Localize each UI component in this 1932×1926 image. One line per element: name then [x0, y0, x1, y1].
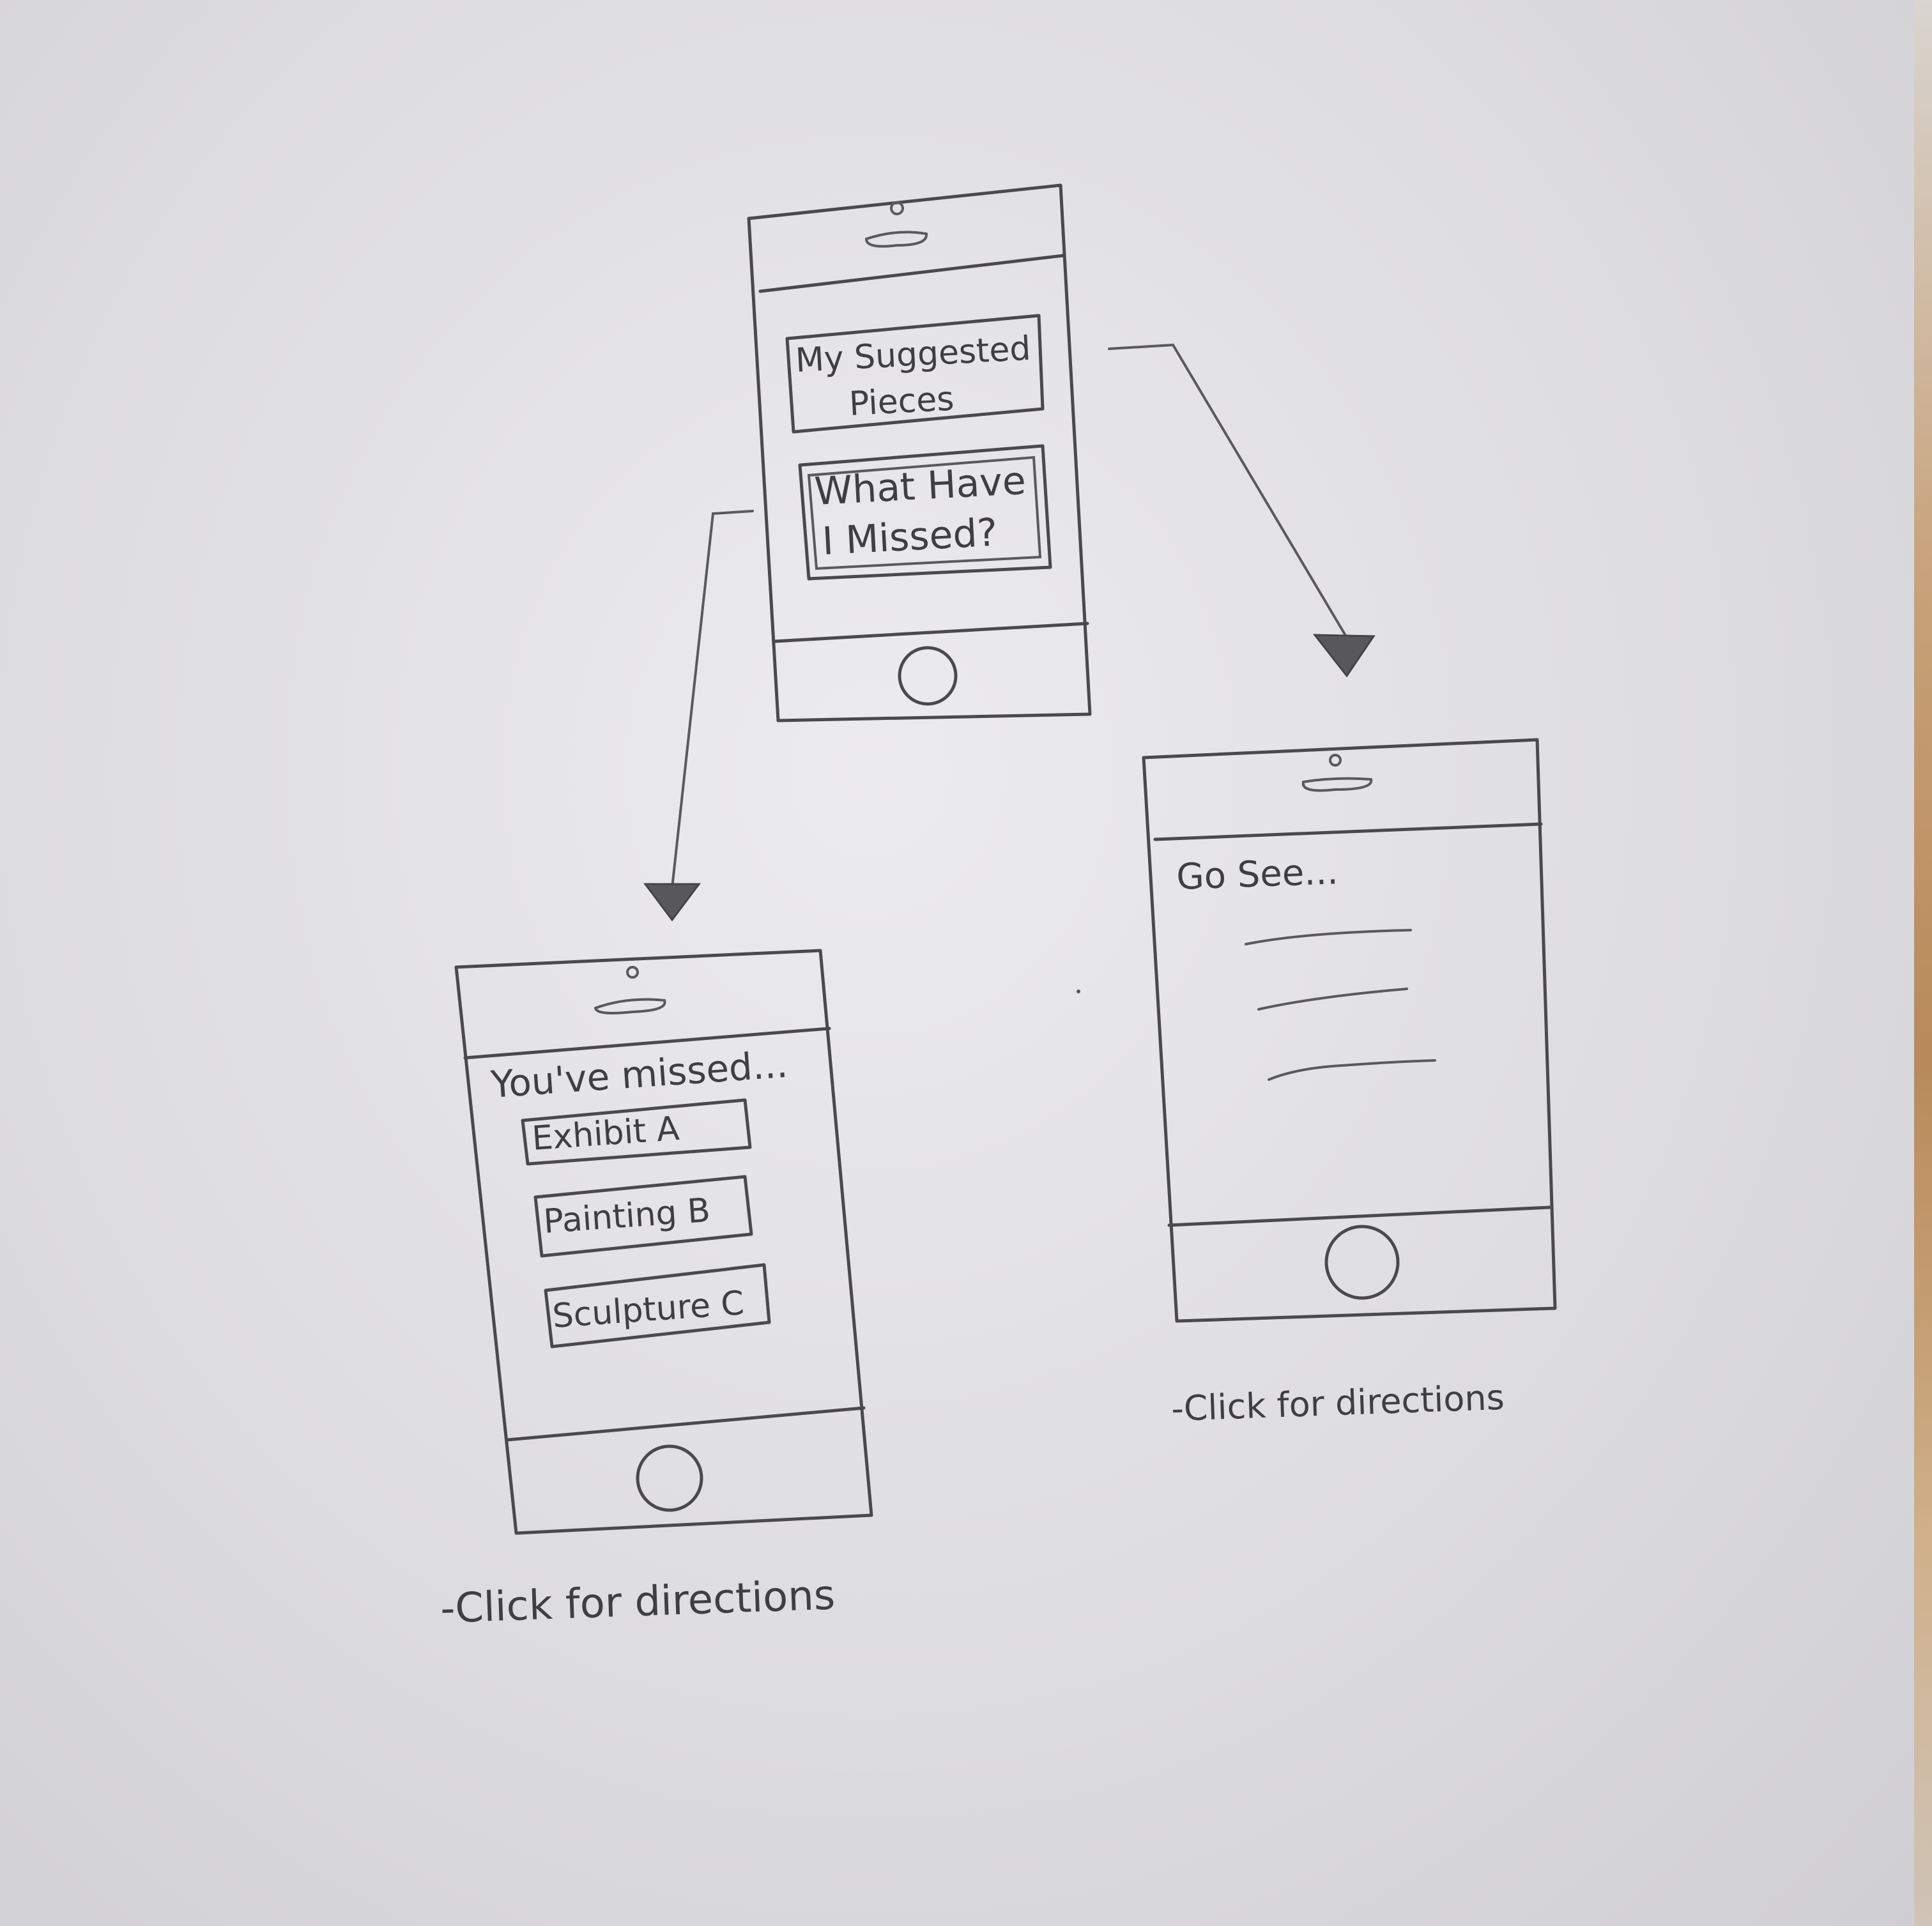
phone-missed-camera-icon — [626, 966, 639, 979]
missed-screen-note: -Click for directions — [440, 1571, 836, 1633]
list-item-exhibit-a[interactable]: Exhibit A — [521, 1098, 752, 1166]
arrow-to-suggested-screen — [1108, 343, 1376, 678]
phone-suggested: Go See... — [1142, 738, 1557, 1323]
arrow-to-suggested-line — [1108, 343, 1348, 639]
phone-missed: You've missed... Exhibit A Painting B Sc… — [454, 949, 873, 1535]
list-item-painting-b-label: Painting B — [542, 1191, 712, 1241]
arrow-to-missed-head-icon — [643, 883, 701, 922]
phone-home-speaker — [864, 231, 928, 248]
arrow-to-suggested-head-icon — [1312, 634, 1376, 678]
phone-home-top-divider — [758, 254, 1066, 293]
suggested-item-placeholder-1[interactable] — [1245, 929, 1412, 945]
suggested-screen-note: -Click for directions — [1170, 1377, 1505, 1429]
suggested-pieces-button[interactable]: My Suggested Pieces — [785, 314, 1045, 434]
phone-suggested-bottom-divider — [1167, 1205, 1552, 1227]
suggested-screen-heading: Go See... — [1176, 851, 1338, 898]
phone-missed-bottom-divider — [505, 1406, 866, 1442]
phone-home-bottom-divider — [772, 622, 1089, 643]
suggested-item-placeholder-3[interactable] — [1268, 1059, 1436, 1081]
suggested-pieces-label-line2: Pieces — [848, 379, 955, 424]
list-item-painting-b[interactable]: Painting B — [533, 1175, 753, 1258]
arrow-to-missed-line — [671, 510, 754, 889]
phone-home: My Suggested Pieces What Have I Missed? — [747, 183, 1092, 722]
phone-home-home-button-icon — [898, 646, 958, 706]
phone-suggested-top-divider — [1153, 822, 1543, 841]
arrow-to-missed-screen — [643, 510, 754, 922]
what-have-i-missed-label-line1: What Have — [813, 459, 1027, 514]
phone-missed-speaker — [594, 998, 666, 1014]
stray-pencil-dot — [1077, 990, 1080, 993]
list-item-sculpture-c[interactable]: Sculpture C — [544, 1263, 771, 1349]
phone-suggested-camera-icon — [1329, 754, 1342, 767]
what-have-i-missed-button[interactable]: What Have I Missed? — [798, 444, 1052, 581]
suggested-item-placeholder-2[interactable] — [1257, 988, 1408, 1011]
phone-missed-home-button-icon — [636, 1444, 703, 1512]
what-have-i-missed-label-line2: I Missed? — [821, 510, 999, 564]
suggested-pieces-label-line1: My Suggested — [795, 330, 1032, 380]
wireframe-sketch: My Suggested Pieces What Have I Missed? … — [440, 183, 1557, 1633]
phone-suggested-speaker — [1301, 777, 1373, 792]
phone-suggested-home-button-icon — [1324, 1225, 1400, 1300]
